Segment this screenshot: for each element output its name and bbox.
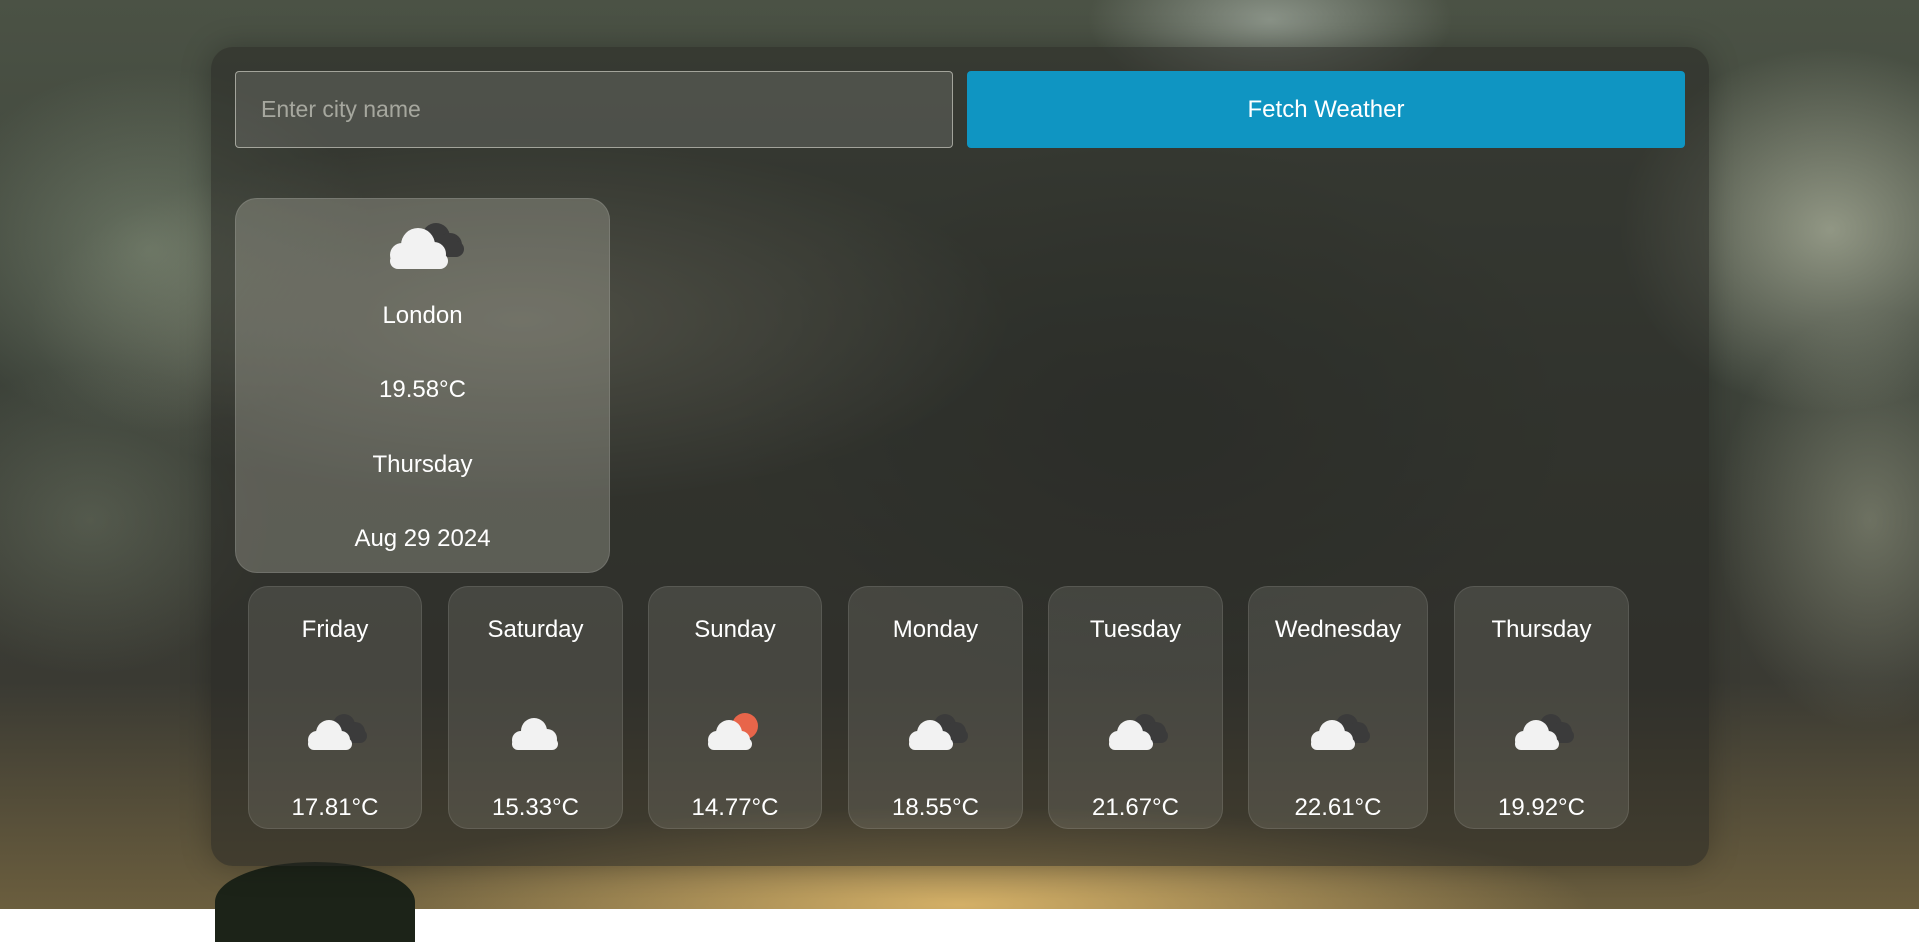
forecast-temperature: 15.33°C [492,794,579,821]
forecast-temperature: 19.92°C [1498,794,1585,821]
forecast-card: Monday 18.55°C [848,586,1023,829]
current-weather-card: London 19.58°C Thursday Aug 29 2024 [235,198,610,573]
forecast-temperature: 14.77°C [691,794,779,821]
fetch-weather-button[interactable]: Fetch Weather [967,71,1685,148]
forecast-card: Saturday 15.33°C [448,586,623,829]
forecast-day: Saturday [487,616,584,643]
forecast-day: Tuesday [1089,616,1182,643]
forecast-temperature: 22.61°C [1294,794,1382,821]
cloudy-icon [295,707,375,757]
current-day: Thursday [372,451,473,478]
forecast-day: Sunday [694,616,776,643]
cloudy-icon [1096,707,1176,757]
forecast-day: Monday [892,616,979,643]
forecast-card: Sunday 14.77°C [648,586,822,829]
forecast-temperature: 17.81°C [291,794,379,821]
forecast-card: Tuesday 21.67°C [1048,586,1223,829]
cloud-icon [496,707,576,757]
cloudy-icon [1298,707,1378,757]
current-date: Aug 29 2024 [354,525,491,552]
forecast-card: Friday 17.81°C [248,586,422,829]
current-temperature: 19.58°C [379,376,466,403]
search-input[interactable] [235,71,953,148]
forecast-temperature: 21.67°C [1092,794,1179,821]
forecast-card: Thursday 19.92°C [1454,586,1629,829]
forecast-temperature: 18.55°C [892,794,979,821]
background-tree [215,862,415,942]
cloudy-icon [374,207,474,277]
forecast-card: Wednesday 22.61°C [1248,586,1428,829]
cloudy-icon [896,707,976,757]
partly-sunny-icon [695,707,775,757]
forecast-day: Thursday [1491,616,1592,643]
forecast-day: Friday [301,616,369,643]
city-name: London [382,302,463,329]
cloudy-icon [1502,707,1582,757]
forecast-day: Wednesday [1274,616,1402,643]
